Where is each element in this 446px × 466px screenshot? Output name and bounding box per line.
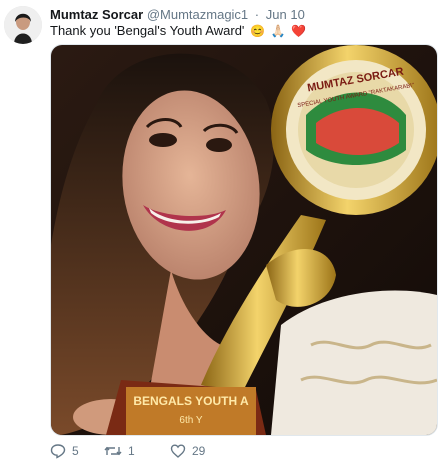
media-photo: MUMTAZ SORCAR SPECIAL YOUTH AWARD "RAKTA… xyxy=(51,45,437,435)
retweet-button[interactable]: 1 xyxy=(104,443,162,459)
tweet-text-body: Thank you 'Bengal's Youth Award' xyxy=(50,23,245,38)
heart-icon xyxy=(170,444,186,458)
reply-button[interactable]: 5 xyxy=(50,443,94,459)
trophy-base-text-1: BENGALS YOUTH A xyxy=(133,394,249,408)
reply-count: 5 xyxy=(72,444,79,458)
tweet-text: Thank you 'Bengal's Youth Award' 😊 🙏🏻 ❤️ xyxy=(50,22,438,40)
author-name[interactable]: Mumtaz Sorcar xyxy=(50,7,143,22)
tweet-actions: 5 1 29 xyxy=(50,443,230,459)
reply-icon xyxy=(50,444,66,459)
tweet-card: Mumtaz Sorcar @Mumtazmagic1 · Jun 10 Tha… xyxy=(0,0,446,466)
trophy-base-text-2: 6th Y xyxy=(179,415,202,426)
tweet-media[interactable]: MUMTAZ SORCAR SPECIAL YOUTH AWARD "RAKTA… xyxy=(50,44,438,436)
avatar-image xyxy=(4,6,42,44)
tweet-date[interactable]: Jun 10 xyxy=(266,7,305,22)
header-separator: · xyxy=(254,7,260,22)
author-avatar[interactable] xyxy=(4,6,42,44)
like-button[interactable]: 29 xyxy=(170,443,230,459)
retweet-count: 1 xyxy=(128,444,135,458)
author-handle[interactable]: @Mumtazmagic1 xyxy=(147,7,248,22)
like-count: 29 xyxy=(192,444,206,458)
smiley-emoji: 😊 xyxy=(250,24,265,38)
retweet-icon xyxy=(104,446,122,456)
heart-emoji: ❤️ xyxy=(291,24,307,38)
folded-hands-emoji: 🙏🏻 xyxy=(270,24,286,38)
